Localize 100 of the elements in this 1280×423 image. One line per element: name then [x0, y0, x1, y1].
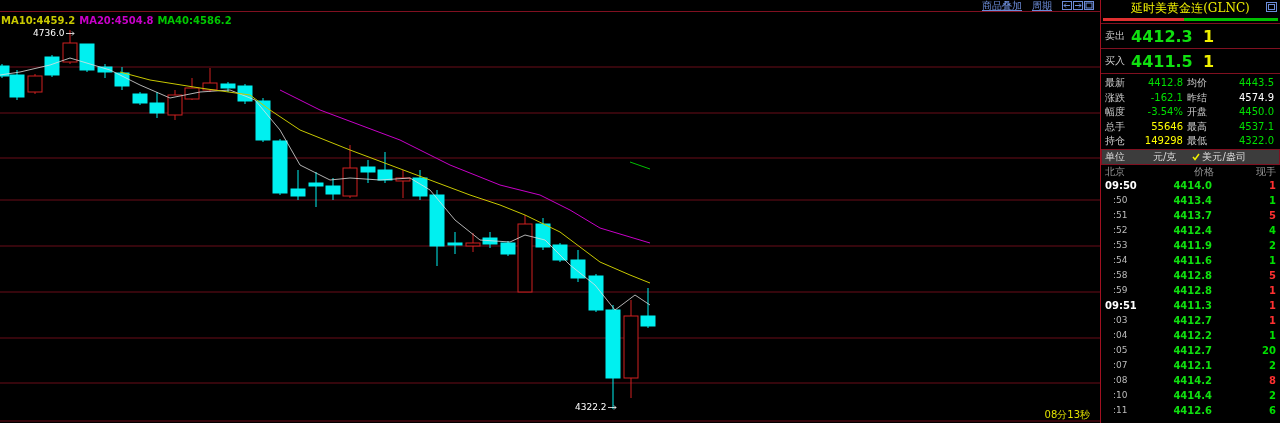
- tick-price: 4412.1: [1172, 359, 1213, 371]
- stat-value: 4450.0: [1238, 105, 1275, 119]
- tick-price: 4411.9: [1172, 239, 1213, 251]
- tick-time: :58: [1112, 270, 1129, 280]
- left-arrow-icon[interactable]: [1062, 1, 1072, 10]
- tick-time: :51: [1112, 210, 1129, 220]
- tick-volume: 1: [1268, 179, 1276, 191]
- tick-time: :54: [1112, 255, 1129, 265]
- tick-time: :53: [1112, 240, 1129, 250]
- candlestick: [167, 89, 183, 121]
- tick-time: :08: [1112, 375, 1129, 385]
- high-price-label: 4736.0: [33, 28, 65, 38]
- order-volume: 1: [1203, 26, 1215, 46]
- candlestick: [395, 169, 411, 199]
- tick-price: 4412.7: [1172, 344, 1213, 356]
- stat-label: 最低: [1187, 134, 1208, 148]
- candlestick: [44, 54, 60, 78]
- column-header: 价格: [1193, 164, 1214, 179]
- moving-average-label: MA10:4459.2: [1, 15, 76, 26]
- candlestick: [202, 67, 218, 93]
- candlestick: [255, 97, 271, 143]
- moving-average-label: MA20:4504.8: [79, 15, 154, 26]
- stat-label: 昨结: [1187, 90, 1208, 105]
- candlestick: [62, 29, 78, 65]
- order-price: 4411.5: [1131, 51, 1194, 71]
- tick-time: :07: [1112, 360, 1129, 370]
- stat-value: 4412.8: [1147, 76, 1184, 90]
- tick-volume: 1: [1268, 284, 1276, 296]
- candlestick: [447, 231, 463, 255]
- maximize-icon[interactable]: [1266, 2, 1277, 12]
- unit-option[interactable]: 元/克: [1143, 149, 1177, 164]
- tick-volume: 5: [1268, 209, 1276, 221]
- tick-time: 09:50: [1105, 179, 1138, 191]
- tick-volume: 5: [1268, 269, 1276, 281]
- tick-price: 4414.2: [1172, 374, 1213, 386]
- tick-price: 4412.2: [1172, 329, 1213, 341]
- stat-value: 4574.9: [1238, 90, 1275, 105]
- stat-value: -3.54%: [1146, 105, 1184, 119]
- tick-volume: 1: [1268, 329, 1276, 341]
- unit-option[interactable]: 美元/盎司: [1192, 149, 1246, 164]
- column-header: 现手: [1255, 164, 1276, 179]
- tick-time: :05: [1112, 345, 1129, 355]
- candlestick: [482, 231, 498, 249]
- toolbar-link[interactable]: 商品叠加: [982, 0, 1022, 11]
- stat-value: 55646: [1150, 119, 1184, 134]
- tick-time: :10: [1112, 390, 1129, 400]
- candlestick: [377, 151, 393, 184]
- order-side-label: 买入: [1105, 54, 1125, 68]
- moving-average-label: MA40:4586.2: [157, 15, 232, 26]
- candlestick: [79, 43, 95, 73]
- stat-label: 最新: [1105, 76, 1126, 90]
- tick-volume: 2: [1268, 359, 1276, 371]
- candlestick: [27, 73, 43, 95]
- tick-volume: 1: [1268, 254, 1276, 266]
- tick-price: 4413.7: [1172, 209, 1213, 221]
- stat-value: 4443.5: [1238, 76, 1275, 90]
- tick-price: 4412.8: [1172, 284, 1213, 296]
- countdown-timer: 08分13秒: [1044, 408, 1090, 422]
- candlestick: [570, 249, 586, 283]
- tick-time: :11: [1112, 405, 1129, 415]
- tick-price: 4414.4: [1172, 389, 1213, 401]
- instrument-title: 延时美黄金连(GLNC): [1131, 0, 1250, 17]
- tick-time: :03: [1112, 315, 1129, 325]
- stat-label: 涨跌: [1105, 90, 1126, 105]
- order-price: 4412.3: [1131, 26, 1194, 46]
- tick-volume: 1: [1268, 194, 1276, 206]
- stat-value: 4322.0: [1238, 134, 1275, 148]
- stat-label: 总手: [1105, 119, 1126, 134]
- order-side-label: 卖出: [1105, 29, 1125, 43]
- tick-price: 4412.6: [1172, 404, 1213, 416]
- tick-price: 4414.0: [1172, 179, 1213, 191]
- low-price-label: 4322.2: [575, 402, 607, 412]
- toolbar-link[interactable]: 周期: [1032, 0, 1052, 11]
- tick-price: 4411.3: [1172, 299, 1213, 311]
- stat-value: 4537.1: [1238, 119, 1275, 134]
- tick-price: 4413.4: [1172, 194, 1213, 206]
- tick-time: :04: [1112, 330, 1129, 340]
- tick-time: :50: [1112, 195, 1129, 205]
- stat-value: -162.1: [1149, 90, 1184, 105]
- arrow-icon: [607, 404, 617, 410]
- unit-label: 单位: [1105, 149, 1126, 164]
- tick-time: :52: [1112, 225, 1129, 235]
- tick-volume: 4: [1268, 224, 1276, 236]
- stat-label: 持仓: [1105, 134, 1126, 148]
- tick-volume: 1: [1268, 314, 1276, 326]
- tick-volume: 1: [1268, 299, 1276, 311]
- stat-label: 开盘: [1187, 105, 1208, 119]
- right-arrow-icon[interactable]: [1073, 1, 1083, 10]
- candlestick: [465, 232, 481, 253]
- window-icon[interactable]: [1084, 1, 1094, 10]
- tick-time: 09:51: [1105, 299, 1138, 311]
- tick-price: 4412.7: [1172, 314, 1213, 326]
- stat-label: 幅度: [1105, 105, 1126, 119]
- column-header: 北京: [1105, 164, 1126, 179]
- tick-price: 4412.8: [1172, 269, 1213, 281]
- tick-volume: 2: [1268, 239, 1276, 251]
- tick-volume: 8: [1268, 374, 1276, 386]
- order-volume: 1: [1203, 51, 1215, 71]
- candlestick: [184, 77, 200, 101]
- stat-value: 149298: [1143, 134, 1184, 148]
